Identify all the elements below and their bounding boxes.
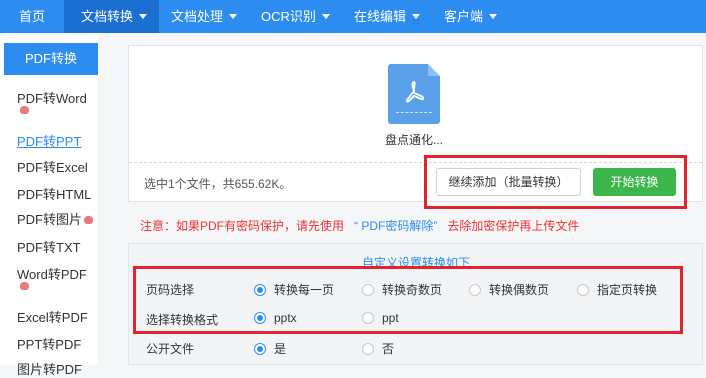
- hot-hand-icon: [84, 216, 94, 224]
- sidebar-item-label: Excel转PDF: [17, 310, 88, 325]
- nav-document-convert-label: 文档转换: [81, 9, 134, 24]
- sidebar-item-label: PDF转Word: [17, 91, 87, 106]
- sidebar-item-pdf-to-excel[interactable]: PDF转Excel: [17, 157, 88, 176]
- sidebar-item-ppt-to-pdf[interactable]: PPT转PDF: [17, 334, 81, 353]
- acrobat-icon: [405, 81, 425, 103]
- caret-down-icon: [411, 14, 420, 19]
- caret-down-icon: [488, 14, 497, 19]
- nav-ocr[interactable]: OCR识别: [249, 0, 342, 33]
- nav-client-label: 客户端: [443, 9, 483, 24]
- nav-home[interactable]: 首页: [0, 0, 64, 33]
- nav-online-edit[interactable]: 在线编辑: [342, 0, 432, 33]
- sidebar-item-excel-to-pdf[interactable]: Excel转PDF: [17, 307, 88, 326]
- caret-down-icon: [229, 14, 238, 19]
- nav-client[interactable]: 客户端: [432, 0, 509, 33]
- top-nav: 首页 文档转换 文档处理 OCR识别 在线编辑 客户端: [0, 0, 706, 33]
- pdf-password-remove-link[interactable]: “ PDF密码解除”: [354, 219, 437, 233]
- nav-document-process[interactable]: 文档处理: [159, 0, 249, 33]
- sidebar-item-label: PDF转HTML: [17, 187, 92, 202]
- file-name: 盘点通化...: [384, 133, 443, 147]
- option-label: 是: [274, 342, 287, 356]
- radio-public-yes[interactable]: 是: [254, 340, 286, 357]
- sidebar-item-label: PPT转PDF: [17, 337, 82, 352]
- notice-prefix: 注意：如果PDF有密码保护，请先使用: [140, 219, 345, 233]
- pdf-file-icon[interactable]: [388, 64, 440, 124]
- notice-suffix: 去除加密保护再上传文件: [447, 219, 580, 233]
- sidebar-item-pdf-to-image[interactable]: PDF转图片: [17, 209, 94, 228]
- file-summary: 选中1个文件，共655.62K。: [144, 177, 292, 191]
- sidebar-item-label: PDF转TXT: [17, 240, 81, 255]
- highlight-box-buttons: [424, 155, 687, 209]
- icon-divider: [396, 112, 432, 113]
- sidebar-item-label: Word转PDF: [17, 267, 87, 282]
- nav-ocr-label: OCR识别: [261, 9, 316, 24]
- public-file-label: 公开文件: [146, 342, 195, 356]
- caret-down-icon: [139, 14, 148, 19]
- sidebar-item-pdf-to-txt[interactable]: PDF转TXT: [17, 237, 81, 256]
- sidebar-item-label: 图片转PDF: [17, 362, 83, 377]
- caret-down-icon: [321, 14, 330, 19]
- sidebar-item-label: PDF转Excel: [17, 160, 88, 175]
- hot-hand-icon: [20, 106, 29, 114]
- sidebar-item-pdf-to-ppt[interactable]: PDF转PPT: [17, 131, 81, 150]
- page-fold-icon: [428, 64, 440, 76]
- password-notice: 注意：如果PDF有密码保护，请先使用 “ PDF密码解除” 去除加密保护再上传文件: [140, 217, 579, 234]
- option-label: 否: [382, 342, 395, 356]
- radio-unchecked-icon: [362, 342, 374, 355]
- sidebar-item-label: PDF转PPT: [17, 134, 82, 149]
- sidebar-item-pdf-to-html[interactable]: PDF转HTML: [17, 184, 91, 203]
- highlight-box-settings: [133, 266, 683, 334]
- radio-checked-icon: [254, 342, 266, 355]
- sidebar: PDF转换 PDF转Word PDF转PPT PDF转Excel PDF转HTM…: [0, 33, 98, 377]
- file-drop-area[interactable]: 盘点通化...: [129, 46, 702, 163]
- nav-document-process-label: 文档处理: [171, 9, 224, 24]
- hot-hand-icon: [20, 282, 29, 290]
- nav-document-convert[interactable]: 文档转换: [64, 0, 160, 33]
- sidebar-header[interactable]: PDF转换: [4, 43, 98, 75]
- radio-public-no[interactable]: 否: [362, 340, 394, 357]
- sidebar-item-pdf-to-word[interactable]: PDF转Word: [17, 88, 87, 107]
- sidebar-item-word-to-pdf[interactable]: Word转PDF: [17, 264, 87, 283]
- nav-home-label: 首页: [19, 9, 46, 24]
- sidebar-item-image-to-pdf[interactable]: 图片转PDF: [17, 359, 82, 378]
- nav-online-edit-label: 在线编辑: [353, 9, 406, 24]
- sidebar-item-label: PDF转图片: [17, 212, 83, 227]
